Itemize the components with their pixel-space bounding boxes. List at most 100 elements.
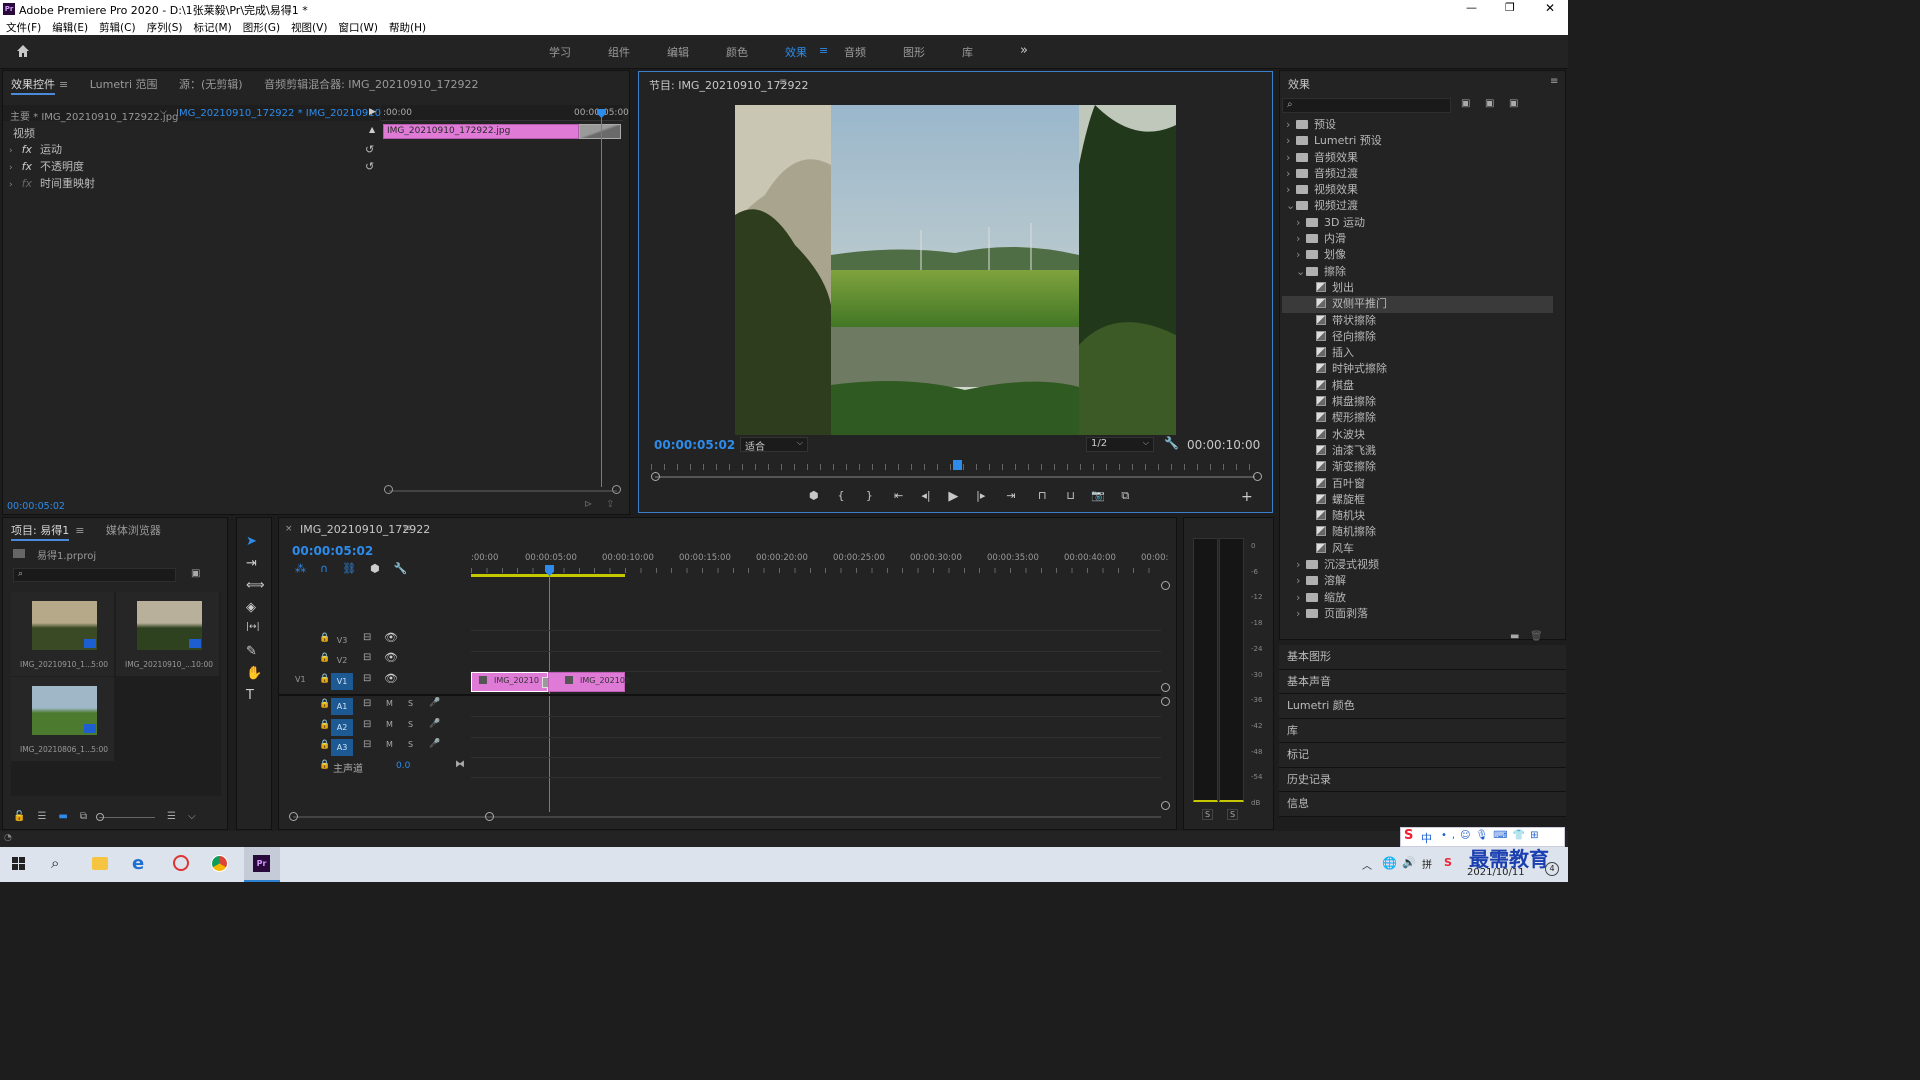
chevron-right-icon[interactable]: › — [1296, 573, 1306, 589]
close-tab-icon[interactable]: × — [285, 524, 293, 534]
effects-folder[interactable]: › 预设 — [1282, 117, 1553, 133]
razor-tool-icon[interactable]: ◈ — [246, 600, 265, 618]
play-arrow-icon[interactable]: ▶ — [369, 107, 376, 117]
effects-item[interactable]: 百叶窗 — [1282, 476, 1553, 492]
effects-menu-icon[interactable]: ≡ — [1550, 76, 1558, 87]
linked-selection-icon[interactable]: ⛓ — [342, 562, 356, 575]
chevron-right-icon[interactable]: › — [1296, 231, 1306, 247]
lock-icon[interactable]: 🔒 — [319, 699, 330, 709]
sogou-icon[interactable]: S — [1444, 856, 1452, 869]
effects-item[interactable]: 双侧平推门 — [1282, 296, 1553, 313]
delete-icon[interactable]: 🗑 — [1530, 631, 1543, 642]
effects-item[interactable]: 螺旋框 — [1282, 492, 1553, 508]
ime-lang[interactable]: 中 — [1421, 830, 1432, 846]
snap-icon[interactable]: ∩ — [320, 562, 328, 575]
ime-toolbar[interactable]: S 中 •,☺🎙⌨👕⊞ — [1400, 827, 1565, 847]
sort-icon[interactable]: ☰ — [167, 811, 176, 822]
chevron-right-icon[interactable]: › — [1286, 166, 1296, 182]
collapsed-panel-header[interactable]: 基本声音 — [1279, 669, 1566, 694]
compare-icon[interactable]: ⧉ — [1112, 489, 1139, 505]
project-item[interactable]: IMG_20210910_1... 5:00 — [11, 592, 114, 676]
nest-toggle-icon[interactable]: ⁂ — [295, 562, 306, 575]
ec-timecode[interactable]: 00:00:05:02 — [7, 501, 65, 512]
chrome-icon[interactable] — [211, 855, 228, 872]
track-target[interactable]: V3 — [331, 632, 353, 649]
mark-out-icon[interactable]: } — [854, 489, 885, 505]
hscroll-left[interactable] — [289, 812, 298, 821]
lock-icon[interactable]: 🔒 — [319, 740, 330, 750]
workspace-tab-7[interactable]: 库 — [962, 44, 1021, 60]
workspace-tab-5[interactable]: 音频 — [844, 44, 903, 60]
menu-item-7[interactable]: 窗口(W) — [338, 20, 378, 35]
workspace-more-icon[interactable]: » — [1020, 43, 1028, 58]
project-item[interactable]: IMG_20210806_1... 5:00 — [11, 677, 114, 761]
ripple-edit-icon[interactable]: ⟺ — [246, 578, 265, 596]
premiere-taskbar-icon[interactable]: Pr — [244, 847, 280, 882]
solo-left-button[interactable]: S — [1202, 809, 1214, 820]
menu-item-8[interactable]: 帮助(H) — [389, 20, 426, 35]
workspace-tab-2[interactable]: 编辑 — [667, 44, 726, 60]
chevron-down-icon[interactable]: ⌄ — [1296, 264, 1306, 280]
chevron-right-icon[interactable]: › — [1296, 557, 1306, 573]
menu-item-0[interactable]: 文件(F) — [6, 20, 41, 35]
chevron-right-icon[interactable]: › — [9, 146, 13, 156]
effects-title[interactable]: 效果 — [1288, 76, 1310, 92]
selection-tool-icon[interactable]: ➤ — [246, 534, 265, 552]
effects-folder[interactable]: › 音频过渡 — [1282, 166, 1553, 182]
chevron-down-icon[interactable]: ⌵ — [188, 811, 196, 822]
notification-icon[interactable]: 4 — [1545, 862, 1559, 876]
chevron-right-icon[interactable]: › — [1286, 133, 1296, 149]
track-header[interactable]: 🔒 A2 ⊟ M S 🎤 — [279, 717, 471, 737]
add-button-icon[interactable]: + — [1241, 489, 1253, 505]
home-icon[interactable] — [15, 43, 31, 59]
filter-icon[interactable]: ⊳ — [584, 499, 592, 510]
add-marker-icon[interactable]: ⬢ — [799, 489, 828, 505]
master-track-value[interactable]: 0.0 — [396, 761, 410, 771]
effects-item[interactable]: 划出 — [1282, 280, 1553, 296]
sync-lock-icon[interactable]: ⊟ — [363, 673, 371, 684]
track-select-icon[interactable]: ⇥ — [246, 556, 265, 574]
effects-item[interactable]: 水波块 — [1282, 427, 1553, 443]
track-header[interactable]: 🔒 A3 ⊟ M S 🎤 — [279, 737, 471, 757]
program-playhead[interactable] — [953, 460, 962, 470]
chevron-right-icon[interactable]: › — [9, 180, 13, 190]
effects-folder[interactable]: › 页面剥落 — [1282, 606, 1553, 622]
new-bin-icon[interactable]: ▣ — [191, 568, 200, 579]
collapsed-panel-header[interactable]: 历史记录 — [1279, 767, 1566, 792]
sync-lock-icon[interactable]: ⊟ — [363, 632, 371, 643]
effects-item[interactable]: 径向擦除 — [1282, 329, 1553, 345]
freeform-view-icon[interactable]: ⧉ — [80, 811, 87, 822]
chevron-right-icon[interactable]: › — [1286, 150, 1296, 166]
eye-icon[interactable]: 👁 — [384, 672, 398, 685]
effects-folder[interactable]: › 3D 运动 — [1282, 215, 1553, 231]
effects-folder[interactable]: › 内滑 — [1282, 231, 1553, 247]
program-zoom-left[interactable] — [651, 472, 660, 481]
solo-button[interactable]: S — [408, 699, 413, 708]
lock-icon[interactable]: 🔒 — [319, 653, 330, 663]
ec-zoom-handle-right[interactable] — [612, 485, 621, 494]
collapsed-panel-header[interactable]: 基本图形 — [1279, 645, 1566, 670]
fit-dropdown[interactable]: 适合 ⌵ — [740, 437, 808, 453]
track-header[interactable]: 🔒 V3 ⊟ 👁 — [279, 630, 471, 650]
hscroll-right[interactable] — [485, 812, 494, 821]
network-icon[interactable]: 🌐 — [1382, 856, 1397, 870]
track-target[interactable]: V1 — [331, 672, 353, 690]
track-target[interactable]: V2 — [331, 652, 353, 669]
track-header[interactable]: V1 🔒 V1 ⊟ 👁 — [279, 671, 471, 691]
list-view-icon[interactable]: ☰ — [37, 811, 46, 822]
mute-button[interactable]: M — [386, 740, 393, 749]
effects-item[interactable]: 油漆飞溅 — [1282, 443, 1553, 459]
chevron-right-icon[interactable]: › — [1296, 606, 1306, 622]
effects-item[interactable]: 插入 — [1282, 345, 1553, 361]
add-marker-icon[interactable]: ⬢ — [370, 562, 380, 575]
source-patch-v1[interactable]: V1 — [295, 675, 306, 684]
new-bin-icon[interactable]: ▬ — [1510, 631, 1519, 642]
app-icon[interactable] — [173, 855, 189, 871]
maximize-button[interactable]: ❐ — [1505, 1, 1515, 14]
vscroll-handle-audio[interactable] — [1161, 697, 1170, 706]
vscroll-handle-mid[interactable] — [1161, 683, 1170, 692]
microphone-icon[interactable]: 🎤 — [429, 739, 440, 749]
tab-source[interactable]: 源：(无剪辑) — [179, 78, 243, 91]
solo-button[interactable]: S — [408, 720, 413, 729]
effects-item[interactable]: 棋盘 — [1282, 378, 1553, 394]
